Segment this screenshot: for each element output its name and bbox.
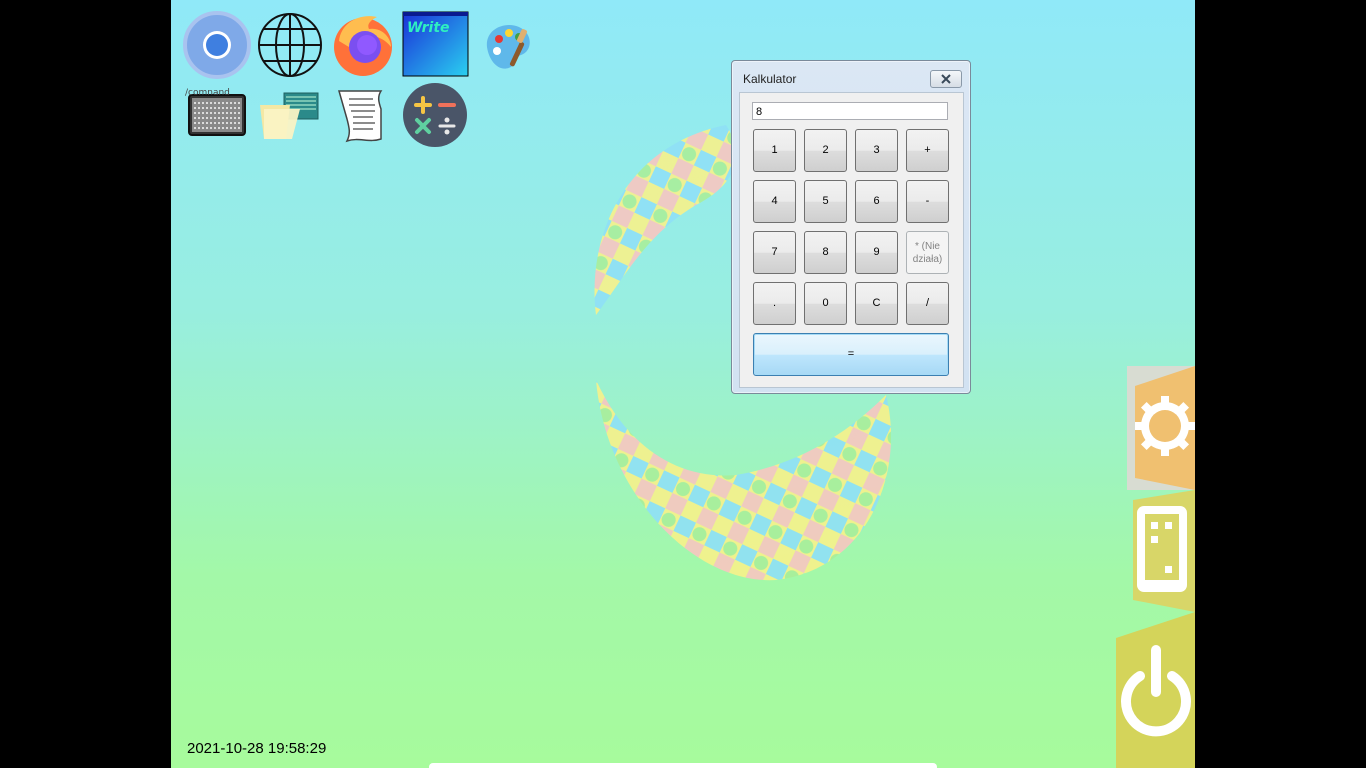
button-plus[interactable]: + xyxy=(906,129,949,172)
settings-gear-icon xyxy=(1135,396,1195,456)
power-button[interactable] xyxy=(1116,612,1195,768)
desktop: Write /comnand 2021-10-28 19:58:29 xyxy=(171,0,1195,768)
clock: 2021-10-28 19:58:29 xyxy=(187,740,327,757)
taskbar-edge xyxy=(429,763,937,768)
paint-icon[interactable] xyxy=(475,11,543,79)
button-decimal[interactable]: . xyxy=(753,282,796,325)
close-button[interactable] xyxy=(930,70,962,88)
button-9[interactable]: 9 xyxy=(855,231,898,274)
button-7[interactable]: 7 xyxy=(753,231,796,274)
button-divide[interactable]: / xyxy=(906,282,949,325)
window-titlebar[interactable]: Kalkulator xyxy=(732,61,970,93)
text-document-icon[interactable] xyxy=(329,83,397,151)
devices-icon xyxy=(1137,506,1187,592)
devices-button[interactable] xyxy=(1133,490,1195,612)
button-multiply-disabled: * (Nie działa) xyxy=(906,231,949,274)
button-minus[interactable]: - xyxy=(906,180,949,223)
calculator-body: 8 1 2 3 + 4 5 6 - 7 8 9 * (Nie działa) .… xyxy=(739,92,964,388)
web-browser-globe-icon[interactable] xyxy=(256,11,324,79)
close-icon xyxy=(941,74,951,84)
terminal-icon-caption: /comnand xyxy=(185,88,230,98)
file-manager-icon[interactable] xyxy=(256,83,324,151)
button-0[interactable]: 0 xyxy=(804,282,847,325)
button-5[interactable]: 5 xyxy=(804,180,847,223)
button-3[interactable]: 3 xyxy=(855,129,898,172)
button-4[interactable]: 4 xyxy=(753,180,796,223)
calculator-icon[interactable] xyxy=(402,83,470,151)
button-1[interactable]: 1 xyxy=(753,129,796,172)
write-icon-label: Write xyxy=(407,20,450,36)
button-2[interactable]: 2 xyxy=(804,129,847,172)
settings-button[interactable] xyxy=(1127,366,1195,490)
write-icon[interactable]: Write xyxy=(402,11,470,79)
button-equals[interactable]: = xyxy=(753,333,949,376)
button-clear[interactable]: C xyxy=(855,282,898,325)
chromium-icon[interactable] xyxy=(183,11,251,79)
button-6[interactable]: 6 xyxy=(855,180,898,223)
firefox-icon[interactable] xyxy=(329,11,397,79)
terminal-icon[interactable]: /comnand xyxy=(183,83,251,151)
window-title: Kalkulator xyxy=(743,72,797,86)
calculator-window: Kalkulator 8 1 2 3 + 4 5 6 - 7 8 9 * (Ni… xyxy=(731,60,971,394)
button-8[interactable]: 8 xyxy=(804,231,847,274)
calculator-display[interactable]: 8 xyxy=(752,102,948,120)
